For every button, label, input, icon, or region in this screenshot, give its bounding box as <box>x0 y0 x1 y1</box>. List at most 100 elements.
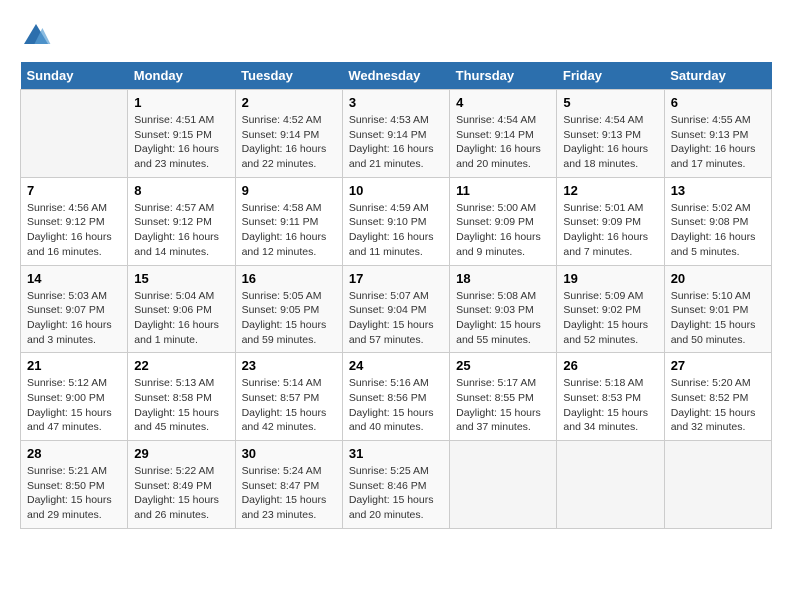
calendar-cell: 10Sunrise: 4:59 AMSunset: 9:10 PMDayligh… <box>342 177 449 265</box>
day-info: Sunrise: 4:54 AMSunset: 9:14 PMDaylight:… <box>456 113 550 172</box>
calendar-cell: 29 Sunrise: 5:22 AMSunset: 8:49 PMDayligh… <box>128 441 235 529</box>
calendar-week-4: 21 Sunrise: 5:12 AMSunset: 9:00 PMDayligh… <box>21 353 772 441</box>
calendar-cell: 2 Sunrise: 4:52 AMSunset: 9:14 PMDaylight… <box>235 90 342 178</box>
logo <box>20 20 56 52</box>
calendar-cell: 30 Sunrise: 5:24 AMSunset: 8:47 PMDayligh… <box>235 441 342 529</box>
day-number: 13 <box>671 183 765 198</box>
day-number: 28 <box>27 446 121 461</box>
day-number: 16 <box>242 271 336 286</box>
day-number: 18 <box>456 271 550 286</box>
day-info: Sunrise: 5:08 AMSunset: 9:03 PMDaylight:… <box>456 289 550 348</box>
calendar-cell: 20Sunrise: 5:10 AMSunset: 9:01 PMDayligh… <box>664 265 771 353</box>
day-info: Sunrise: 5:02 AMSunset: 9:08 PMDaylight:… <box>671 201 765 260</box>
day-number: 25 <box>456 358 550 373</box>
calendar-cell: 3 Sunrise: 4:53 AMSunset: 9:14 PMDaylight… <box>342 90 449 178</box>
calendar-cell: 6 Sunrise: 4:55 AMSunset: 9:13 PMDaylight… <box>664 90 771 178</box>
calendar-cell: 23 Sunrise: 5:14 AMSunset: 8:57 PMDayligh… <box>235 353 342 441</box>
calendar-week-2: 7 Sunrise: 4:56 AMSunset: 9:12 PMDaylight… <box>21 177 772 265</box>
column-header-friday: Friday <box>557 62 664 90</box>
calendar-cell: 18 Sunrise: 5:08 AMSunset: 9:03 PMDayligh… <box>450 265 557 353</box>
day-info: Sunrise: 5:07 AMSunset: 9:04 PMDaylight:… <box>349 289 443 348</box>
calendar-body: 1 Sunrise: 4:51 AMSunset: 9:15 PMDaylight… <box>21 90 772 529</box>
calendar-cell: 13 Sunrise: 5:02 AMSunset: 9:08 PMDayligh… <box>664 177 771 265</box>
day-info: Sunrise: 5:21 AMSunset: 8:50 PMDaylight:… <box>27 464 121 523</box>
column-header-tuesday: Tuesday <box>235 62 342 90</box>
calendar-week-5: 28 Sunrise: 5:21 AMSunset: 8:50 PMDayligh… <box>21 441 772 529</box>
calendar-cell: 14 Sunrise: 5:03 AMSunset: 9:07 PMDayligh… <box>21 265 128 353</box>
header-row: SundayMondayTuesdayWednesdayThursdayFrid… <box>21 62 772 90</box>
calendar-cell: 21 Sunrise: 5:12 AMSunset: 9:00 PMDayligh… <box>21 353 128 441</box>
day-info: Sunrise: 4:57 AMSunset: 9:12 PMDaylight:… <box>134 201 228 260</box>
day-number: 29 <box>134 446 228 461</box>
day-info: Sunrise: 5:09 AMSunset: 9:02 PMDaylight:… <box>563 289 657 348</box>
day-info: Sunrise: 5:01 AMSunset: 9:09 PMDaylight:… <box>563 201 657 260</box>
day-info: Sunrise: 5:22 AMSunset: 8:49 PMDaylight:… <box>134 464 228 523</box>
day-number: 26 <box>563 358 657 373</box>
day-info: Sunrise: 5:25 AMSunset: 8:46 PMDaylight:… <box>349 464 443 523</box>
day-number: 19 <box>563 271 657 286</box>
day-info: Sunrise: 4:56 AMSunset: 9:12 PMDaylight:… <box>27 201 121 260</box>
day-number: 8 <box>134 183 228 198</box>
calendar-week-3: 14 Sunrise: 5:03 AMSunset: 9:07 PMDayligh… <box>21 265 772 353</box>
calendar-cell: 26 Sunrise: 5:18 AMSunset: 8:53 PMDayligh… <box>557 353 664 441</box>
day-number: 22 <box>134 358 228 373</box>
day-info: Sunrise: 4:52 AMSunset: 9:14 PMDaylight:… <box>242 113 336 172</box>
day-info: Sunrise: 5:14 AMSunset: 8:57 PMDaylight:… <box>242 376 336 435</box>
day-number: 1 <box>134 95 228 110</box>
calendar-cell: 9Sunrise: 4:58 AMSunset: 9:11 PMDaylight… <box>235 177 342 265</box>
day-number: 27 <box>671 358 765 373</box>
day-number: 31 <box>349 446 443 461</box>
calendar-cell: 25 Sunrise: 5:17 AMSunset: 8:55 PMDayligh… <box>450 353 557 441</box>
calendar-table: SundayMondayTuesdayWednesdayThursdayFrid… <box>20 62 772 529</box>
day-info: Sunrise: 5:24 AMSunset: 8:47 PMDaylight:… <box>242 464 336 523</box>
calendar-cell: 19 Sunrise: 5:09 AMSunset: 9:02 PMDayligh… <box>557 265 664 353</box>
column-header-thursday: Thursday <box>450 62 557 90</box>
calendar-cell: 8 Sunrise: 4:57 AMSunset: 9:12 PMDaylight… <box>128 177 235 265</box>
day-number: 6 <box>671 95 765 110</box>
day-info: Sunrise: 5:00 AMSunset: 9:09 PMDaylight:… <box>456 201 550 260</box>
day-number: 21 <box>27 358 121 373</box>
calendar-cell: 11 Sunrise: 5:00 AMSunset: 9:09 PMDayligh… <box>450 177 557 265</box>
day-info: Sunrise: 4:54 AMSunset: 9:13 PMDaylight:… <box>563 113 657 172</box>
day-info: Sunrise: 5:13 AMSunset: 8:58 PMDaylight:… <box>134 376 228 435</box>
calendar-cell: 17 Sunrise: 5:07 AMSunset: 9:04 PMDayligh… <box>342 265 449 353</box>
day-info: Sunrise: 4:55 AMSunset: 9:13 PMDaylight:… <box>671 113 765 172</box>
day-number: 4 <box>456 95 550 110</box>
day-info: Sunrise: 4:53 AMSunset: 9:14 PMDaylight:… <box>349 113 443 172</box>
calendar-cell: 4 Sunrise: 4:54 AMSunset: 9:14 PMDaylight… <box>450 90 557 178</box>
day-number: 30 <box>242 446 336 461</box>
day-number: 17 <box>349 271 443 286</box>
day-number: 12 <box>563 183 657 198</box>
day-info: Sunrise: 5:04 AMSunset: 9:06 PMDaylight:… <box>134 289 228 348</box>
day-info: Sunrise: 5:17 AMSunset: 8:55 PMDaylight:… <box>456 376 550 435</box>
day-info: Sunrise: 5:12 AMSunset: 9:00 PMDaylight:… <box>27 376 121 435</box>
day-number: 7 <box>27 183 121 198</box>
calendar-cell: 7 Sunrise: 4:56 AMSunset: 9:12 PMDaylight… <box>21 177 128 265</box>
day-info: Sunrise: 5:20 AMSunset: 8:52 PMDaylight:… <box>671 376 765 435</box>
day-number: 2 <box>242 95 336 110</box>
day-info: Sunrise: 4:51 AMSunset: 9:15 PMDaylight:… <box>134 113 228 172</box>
column-header-sunday: Sunday <box>21 62 128 90</box>
day-info: Sunrise: 5:05 AMSunset: 9:05 PMDaylight:… <box>242 289 336 348</box>
calendar-cell: 22 Sunrise: 5:13 AMSunset: 8:58 PMDayligh… <box>128 353 235 441</box>
calendar-cell: 31 Sunrise: 5:25 AMSunset: 8:46 PMDayligh… <box>342 441 449 529</box>
calendar-cell: 16 Sunrise: 5:05 AMSunset: 9:05 PMDayligh… <box>235 265 342 353</box>
day-info: Sunrise: 5:18 AMSunset: 8:53 PMDaylight:… <box>563 376 657 435</box>
calendar-cell: 15 Sunrise: 5:04 AMSunset: 9:06 PMDayligh… <box>128 265 235 353</box>
calendar-cell <box>21 90 128 178</box>
calendar-cell: 12 Sunrise: 5:01 AMSunset: 9:09 PMDayligh… <box>557 177 664 265</box>
calendar-cell: 27 Sunrise: 5:20 AMSunset: 8:52 PMDayligh… <box>664 353 771 441</box>
day-number: 10 <box>349 183 443 198</box>
day-number: 14 <box>27 271 121 286</box>
day-info: Sunrise: 5:10 AMSunset: 9:01 PMDaylight:… <box>671 289 765 348</box>
calendar-cell <box>664 441 771 529</box>
column-header-wednesday: Wednesday <box>342 62 449 90</box>
day-info: Sunrise: 4:58 AMSunset: 9:11 PMDaylight:… <box>242 201 336 260</box>
day-info: Sunrise: 5:16 AMSunset: 8:56 PMDaylight:… <box>349 376 443 435</box>
day-info: Sunrise: 5:03 AMSunset: 9:07 PMDaylight:… <box>27 289 121 348</box>
day-number: 23 <box>242 358 336 373</box>
day-number: 3 <box>349 95 443 110</box>
day-number: 11 <box>456 183 550 198</box>
day-number: 15 <box>134 271 228 286</box>
calendar-cell: 5Sunrise: 4:54 AMSunset: 9:13 PMDaylight… <box>557 90 664 178</box>
